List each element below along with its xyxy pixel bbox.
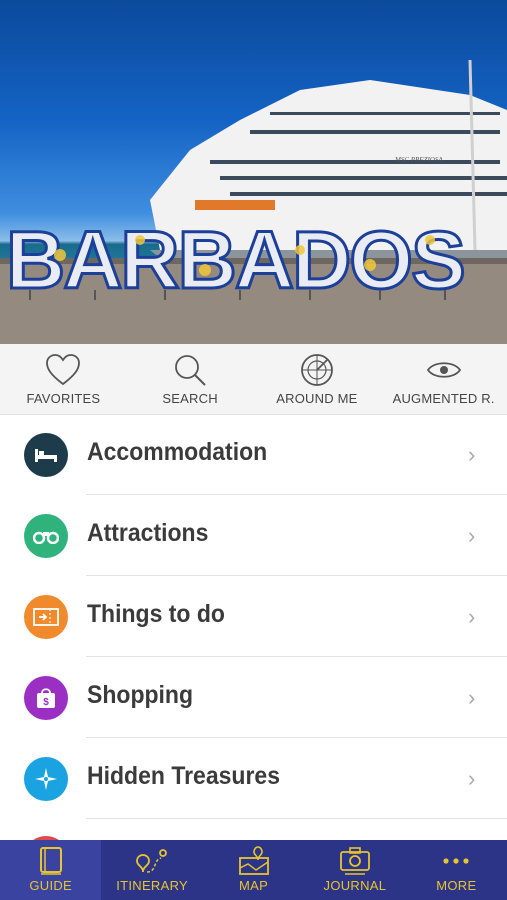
tab-more[interactable]: MORE xyxy=(406,840,507,900)
menu-item-hidden-treasures[interactable]: Hidden Treasures › xyxy=(0,738,507,819)
menu-item-label: Accommodation xyxy=(87,438,268,466)
menu-item-label: Attractions xyxy=(87,519,209,547)
menu-item-label: Hidden Treasures xyxy=(87,762,281,790)
tab-label: GUIDE xyxy=(29,878,73,893)
heart-icon xyxy=(46,354,81,386)
map-icon xyxy=(238,846,269,875)
radar-icon xyxy=(300,354,333,386)
compass-icon xyxy=(24,757,68,801)
tab-label: MAP xyxy=(238,878,269,893)
chevron-right-icon: › xyxy=(468,523,476,548)
favorites-label: FAVORITES xyxy=(26,391,101,406)
camera-icon xyxy=(340,847,370,875)
barbados-sign: BARBADOS xyxy=(6,215,464,306)
chevron-right-icon: › xyxy=(468,766,476,791)
guide-menu-list: Accommodation › Attractions › Things to … xyxy=(0,414,507,819)
around-me-button[interactable]: AROUND ME xyxy=(254,344,381,414)
search-icon xyxy=(175,355,206,386)
favorites-button[interactable]: FAVORITES xyxy=(0,344,127,414)
chevron-right-icon: › xyxy=(468,604,476,629)
shopping-bag-icon: $ xyxy=(24,676,68,720)
chevron-right-icon: › xyxy=(468,685,476,710)
quick-actions-bar: FAVORITES SEARCH AROUND ME AUGMENTED R. xyxy=(0,344,507,415)
ship-name: MSC PREZIOSA xyxy=(394,156,443,164)
search-button[interactable]: SEARCH xyxy=(127,344,254,414)
eye-icon xyxy=(426,362,461,378)
more-dots-icon xyxy=(443,858,469,864)
bed-icon xyxy=(24,433,68,477)
ticket-icon xyxy=(24,595,68,639)
divider xyxy=(86,818,507,819)
hero-illustration: MSC PREZIOSA BARBADOS xyxy=(0,59,507,344)
tab-journal[interactable]: JOURNAL xyxy=(304,840,405,900)
menu-item-label: Shopping xyxy=(87,681,194,709)
binoculars-icon xyxy=(24,514,68,558)
hero-image: MSC PREZIOSA BARBADOS xyxy=(0,0,507,344)
route-icon xyxy=(136,849,168,873)
book-icon xyxy=(39,847,62,875)
tab-label: JOURNAL xyxy=(323,878,387,893)
around-me-label: AROUND ME xyxy=(276,391,358,406)
search-label: SEARCH xyxy=(162,391,218,406)
tab-guide[interactable]: GUIDE xyxy=(0,840,102,900)
chevron-right-icon: › xyxy=(468,442,476,467)
augmented-reality-button[interactable]: AUGMENTED R. xyxy=(380,344,507,414)
menu-item-label: Things to do xyxy=(87,600,225,628)
tab-map[interactable]: MAP xyxy=(203,840,304,900)
tab-label: ITINERARY xyxy=(116,878,189,893)
menu-item-things-to-do[interactable]: Things to do › xyxy=(0,576,507,657)
svg-text:$: $ xyxy=(43,697,49,708)
menu-item-accommodation[interactable]: Accommodation › xyxy=(0,414,507,495)
augmented-reality-label: AUGMENTED R. xyxy=(392,391,495,406)
menu-item-attractions[interactable]: Attractions › xyxy=(0,495,507,576)
bottom-tab-bar: GUIDE ITINERARY MAP JOURNAL MORE xyxy=(0,840,507,900)
menu-item-shopping[interactable]: $ Shopping › xyxy=(0,657,507,738)
tab-label: MORE xyxy=(436,878,477,893)
tab-itinerary[interactable]: ITINERARY xyxy=(101,840,202,900)
